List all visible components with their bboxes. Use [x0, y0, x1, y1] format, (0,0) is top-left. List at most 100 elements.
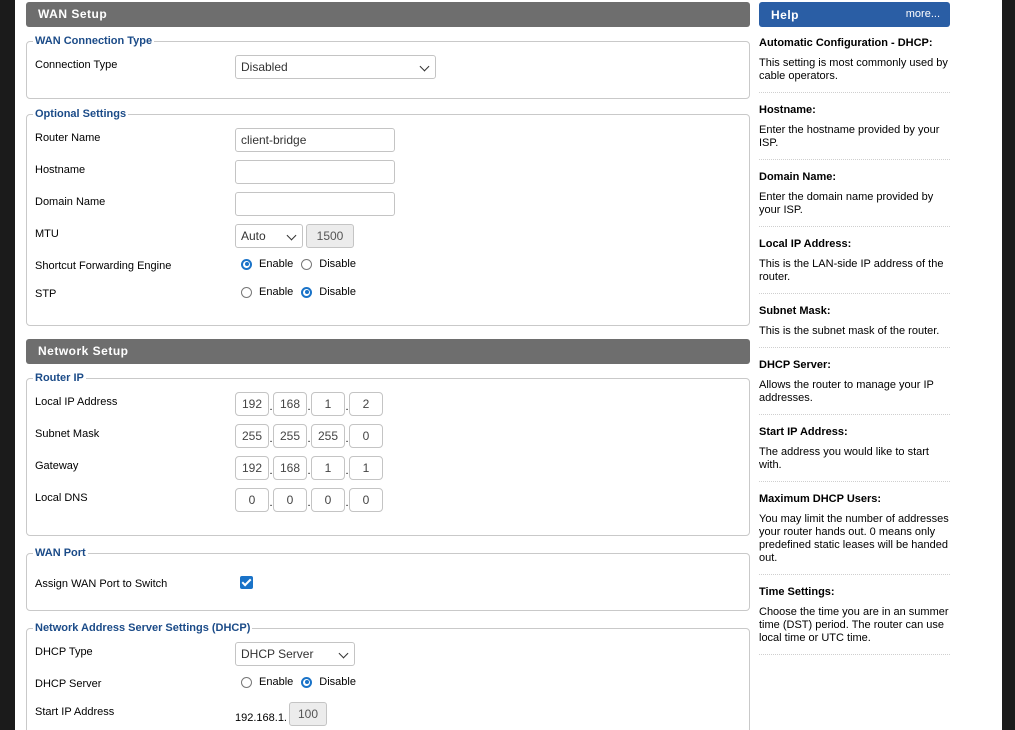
- ip-octet-input[interactable]: 2: [349, 392, 383, 416]
- dhcp-disable-label: Disable: [319, 676, 356, 688]
- help-item: Maximum DHCP Users: You may limit the num…: [759, 482, 950, 575]
- help-item-title: Start IP Address:: [759, 426, 848, 438]
- help-item: Start IP Address: The address you would l…: [759, 415, 950, 482]
- ip-octet-input[interactable]: 168: [273, 456, 307, 480]
- chevron-down-icon: [286, 230, 297, 241]
- connection-type-value: Disabled: [241, 60, 288, 74]
- mtu-value-input[interactable]: 1500: [306, 224, 354, 248]
- dhcp-server-label: DHCP Server: [35, 678, 102, 690]
- sfe-label: Shortcut Forwarding Engine: [35, 260, 172, 272]
- ip-octet-input[interactable]: 168: [273, 392, 307, 416]
- local-ip-input: 192. 168. 1. 2: [235, 392, 383, 416]
- domain-name-input[interactable]: [235, 192, 395, 216]
- local-ip-label: Local IP Address: [35, 396, 118, 408]
- ip-octet-input[interactable]: 1: [311, 456, 345, 480]
- subnet-mask-label: Subnet Mask: [35, 428, 100, 440]
- mtu-mode-select[interactable]: Auto: [235, 224, 303, 248]
- radio-unselected-icon: [241, 676, 252, 688]
- help-item-desc: This is the LAN-side IP address of the r…: [759, 258, 944, 283]
- help-item-desc: Enter the domain name provided by your I…: [759, 191, 934, 216]
- help-item-title: Time Settings:: [759, 586, 835, 598]
- dhcp-legend: Network Address Server Settings (DHCP): [35, 622, 251, 634]
- start-ip-label: Start IP Address: [35, 706, 115, 718]
- dhcp-type-select[interactable]: DHCP Server: [235, 642, 355, 666]
- sfe-enable-radio[interactable]: Enable: [241, 258, 293, 270]
- help-item-desc: The address you would like to start with…: [759, 446, 929, 471]
- hostname-input[interactable]: [235, 160, 395, 184]
- chevron-down-icon: [338, 648, 349, 659]
- assign-wan-checkbox[interactable]: [240, 576, 253, 589]
- wan-connection-fieldset: WAN Connection Type Connection Type Disa…: [26, 35, 750, 99]
- mtu-mode-value: Auto: [241, 229, 266, 243]
- ip-octet-input[interactable]: 0: [349, 488, 383, 512]
- router-ip-legend: Router IP: [35, 372, 84, 384]
- router-name-input[interactable]: client-bridge: [235, 128, 395, 152]
- help-item: Hostname: Enter the hostname provided by …: [759, 93, 950, 160]
- help-item: Time Settings: Choose the time you are in…: [759, 575, 950, 655]
- help-item-desc: Choose the time you are in an summer tim…: [759, 606, 949, 644]
- stp-disable-radio[interactable]: Disable: [301, 286, 356, 298]
- optional-settings-fieldset: Optional Settings Router Name client-bri…: [26, 108, 750, 326]
- ip-octet-input[interactable]: 255: [235, 424, 269, 448]
- dhcp-type-label: DHCP Type: [35, 646, 93, 658]
- wan-port-legend: WAN Port: [35, 547, 86, 559]
- ip-octet-input[interactable]: 0: [273, 488, 307, 512]
- help-item: DHCP Server: Allows the router to manage …: [759, 348, 950, 415]
- local-dns-label: Local DNS: [35, 492, 88, 504]
- stp-enable-radio[interactable]: Enable: [241, 286, 293, 298]
- main-content: WAN Setup WAN Connection Type Connection…: [26, 2, 750, 730]
- stp-disable-label: Disable: [319, 286, 356, 298]
- chevron-down-icon: [419, 61, 430, 72]
- help-item-desc: This setting is most commonly used by ca…: [759, 57, 948, 82]
- help-item-title: Domain Name:: [759, 171, 837, 183]
- domain-name-label: Domain Name: [35, 196, 106, 208]
- ip-octet-input[interactable]: 192: [235, 392, 269, 416]
- radio-selected-icon: [241, 258, 252, 270]
- ip-octet-input[interactable]: 192: [235, 456, 269, 480]
- ip-octet-input[interactable]: 1: [349, 456, 383, 480]
- start-ip-prefix: 192.168.1.: [235, 712, 287, 724]
- gateway-input: 192. 168. 1. 1: [235, 456, 383, 480]
- connection-type-label: Connection Type: [35, 59, 118, 71]
- help-item-title: DHCP Server:: [759, 359, 831, 371]
- dhcp-enable-label: Enable: [259, 676, 294, 688]
- help-item-desc: You may limit the number of addresses yo…: [759, 513, 949, 564]
- help-title: Help: [771, 8, 800, 22]
- dhcp-disable-radio[interactable]: Disable: [301, 676, 356, 688]
- mtu-label: MTU: [35, 228, 59, 240]
- help-header: Help more...: [759, 2, 950, 27]
- help-item-title: Automatic Configuration - DHCP:: [759, 37, 933, 49]
- help-more-link[interactable]: more...: [906, 8, 940, 20]
- router-name-label: Router Name: [35, 132, 101, 144]
- gateway-label: Gateway: [35, 460, 79, 472]
- help-item: Automatic Configuration - DHCP: This sett…: [759, 27, 950, 93]
- hostname-label: Hostname: [35, 164, 86, 176]
- connection-type-select[interactable]: Disabled: [235, 55, 436, 79]
- start-ip-input[interactable]: 100: [289, 702, 327, 726]
- optional-settings-legend: Optional Settings: [35, 108, 127, 120]
- dhcp-enable-radio[interactable]: Enable: [241, 676, 293, 688]
- help-item: Subnet Mask: This is the subnet mask of t…: [759, 294, 950, 348]
- ip-octet-input[interactable]: 1: [311, 392, 345, 416]
- wan-setup-header: WAN Setup: [26, 2, 750, 27]
- dhcp-type-value: DHCP Server: [241, 647, 314, 661]
- help-item: Local IP Address: This is the LAN-side IP…: [759, 227, 950, 294]
- ip-octet-input[interactable]: 0: [311, 488, 345, 512]
- stp-enable-label: Enable: [259, 286, 294, 298]
- ip-octet-input[interactable]: 0: [235, 488, 269, 512]
- help-sidebar: Help more... Automatic Configuration - D…: [759, 2, 950, 655]
- help-list: Automatic Configuration - DHCP: This sett…: [759, 27, 950, 655]
- dhcp-fieldset: Network Address Server Settings (DHCP) D…: [26, 622, 750, 730]
- network-setup-header: Network Setup: [26, 339, 750, 364]
- page: WAN Setup WAN Connection Type Connection…: [15, 0, 1002, 730]
- router-ip-fieldset: Router IP Local IP Address 192. 168. 1. …: [26, 372, 750, 536]
- ip-octet-input[interactable]: 255: [273, 424, 307, 448]
- radio-selected-icon: [301, 676, 313, 688]
- sfe-disable-radio[interactable]: Disable: [301, 258, 356, 270]
- radio-unselected-icon: [241, 286, 252, 298]
- radio-unselected-icon: [301, 258, 313, 270]
- ip-octet-input[interactable]: 0: [349, 424, 383, 448]
- wan-connection-legend: WAN Connection Type: [35, 35, 153, 47]
- ip-octet-input[interactable]: 255: [311, 424, 345, 448]
- wan-port-fieldset: WAN Port Assign WAN Port to Switch: [26, 547, 750, 611]
